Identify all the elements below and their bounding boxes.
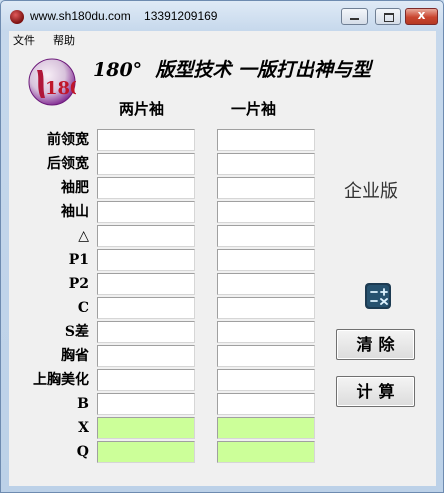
row-label: 前领宽	[47, 132, 89, 148]
two-piece-sleeve-field[interactable]	[97, 321, 195, 343]
row-label: △	[78, 228, 89, 244]
column-header-two-piece: 两片袖	[119, 100, 165, 118]
app-logo-icon: 180°	[28, 58, 76, 106]
one-piece-sleeve-field[interactable]	[217, 201, 315, 223]
one-piece-sleeve-field[interactable]	[217, 273, 315, 295]
app-window: www.sh180du.com 13391209169 x 文件 帮助 180°…	[0, 0, 444, 493]
close-button[interactable]: x	[405, 8, 438, 25]
two-piece-sleeve-field[interactable]	[97, 345, 195, 367]
one-piece-sleeve-field[interactable]	[217, 225, 315, 247]
column-header-one-piece: 一片袖	[231, 100, 277, 118]
one-piece-sleeve-field[interactable]	[217, 249, 315, 271]
two-piece-sleeve-field[interactable]	[97, 273, 195, 295]
two-piece-sleeve-field[interactable]	[97, 441, 195, 463]
page-title: 180° 版型技术 一版打出神与型	[93, 59, 372, 81]
one-piece-sleeve-field[interactable]	[217, 177, 315, 199]
two-piece-sleeve-field[interactable]	[97, 297, 195, 319]
one-piece-sleeve-field[interactable]	[217, 153, 315, 175]
one-piece-sleeve-field[interactable]	[217, 441, 315, 463]
two-piece-sleeve-field[interactable]	[97, 201, 195, 223]
one-piece-sleeve-field[interactable]	[217, 321, 315, 343]
clear-button[interactable]: 清除	[336, 329, 415, 360]
edition-label: 企业版	[344, 181, 398, 202]
two-piece-sleeve-field[interactable]	[97, 129, 195, 151]
row-label: C	[77, 300, 89, 316]
row-label: 上胸美化	[33, 372, 89, 388]
maximize-icon	[384, 13, 394, 22]
maximize-button[interactable]	[375, 8, 401, 25]
logo-text: 180°	[45, 78, 76, 99]
row-label: Q	[76, 444, 89, 460]
two-piece-sleeve-field[interactable]	[97, 225, 195, 247]
two-piece-sleeve-field[interactable]	[97, 393, 195, 415]
one-piece-sleeve-field[interactable]	[217, 369, 315, 391]
window-title: www.sh180du.com 13391209169	[30, 9, 218, 23]
row-label: 胸省	[61, 348, 89, 364]
main-panel: 180° 180° 版型技术 一版打出神与型 两片袖 一片袖 前领宽后领宽袖肥袖…	[9, 46, 436, 486]
two-piece-sleeve-field[interactable]	[97, 177, 195, 199]
one-piece-sleeve-field[interactable]	[217, 345, 315, 367]
row-label: B	[77, 396, 89, 412]
minimize-icon	[350, 18, 359, 20]
one-piece-sleeve-field[interactable]	[217, 129, 315, 151]
row-label: S差	[64, 324, 89, 340]
two-piece-sleeve-field[interactable]	[97, 249, 195, 271]
title-bar[interactable]: www.sh180du.com 13391209169 x	[1, 1, 443, 31]
row-label: X	[78, 420, 89, 436]
row-label: 后领宽	[47, 156, 89, 172]
two-piece-sleeve-field[interactable]	[97, 153, 195, 175]
two-piece-sleeve-field[interactable]	[97, 369, 195, 391]
compute-button[interactable]: 计算	[336, 376, 415, 407]
row-label: P1	[68, 252, 89, 268]
row-label: 袖肥	[61, 180, 89, 196]
two-piece-sleeve-field[interactable]	[97, 417, 195, 439]
close-icon: x	[417, 8, 426, 22]
minimize-button[interactable]	[341, 8, 368, 25]
row-label: P2	[68, 276, 89, 292]
menu-bar: 文件 帮助	[9, 31, 436, 47]
one-piece-sleeve-field[interactable]	[217, 393, 315, 415]
app-icon	[10, 10, 24, 24]
calculator-icon[interactable]	[365, 283, 391, 309]
row-label: 袖山	[61, 204, 89, 220]
one-piece-sleeve-field[interactable]	[217, 417, 315, 439]
one-piece-sleeve-field[interactable]	[217, 297, 315, 319]
